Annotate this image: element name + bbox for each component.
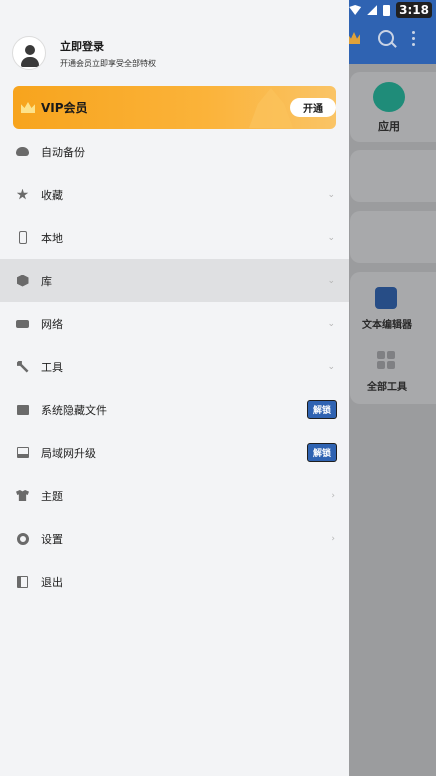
profile-login[interactable]: 立即登录 开通会员立即享受全部特权	[12, 36, 156, 70]
person-icon	[25, 45, 35, 55]
vip-banner[interactable]: VIP会员 开通	[13, 86, 336, 129]
menu-item-favorites[interactable]: 收藏 ⌄	[0, 173, 349, 216]
chevron-down-icon: ⌄	[327, 318, 335, 329]
crown-icon[interactable]	[348, 32, 360, 44]
menu-item-auto-backup[interactable]: 自动备份	[0, 130, 349, 173]
menu-item-label: 退出	[41, 575, 63, 589]
login-title[interactable]: 立即登录	[60, 38, 156, 54]
chevron-right-icon: ›	[331, 533, 335, 544]
menu-item-exit[interactable]: 退出	[0, 560, 349, 603]
chevron-down-icon: ⌄	[327, 361, 335, 372]
login-subtitle: 开通会员立即享受全部特权	[60, 58, 156, 68]
menu-item-label: 局域网升级	[41, 446, 96, 460]
shirt-icon	[16, 489, 29, 502]
open-vip-button[interactable]: 开通	[290, 98, 336, 117]
android-app-icon	[373, 82, 405, 112]
all-tools-grid-icon	[377, 351, 395, 369]
background-card[interactable]	[350, 150, 436, 202]
menu-item-label: 网络	[41, 317, 63, 331]
profile-text: 立即登录 开通会员立即享受全部特权	[60, 38, 156, 69]
menu-item-label: 自动备份	[41, 145, 85, 159]
menu-item-label: 本地	[41, 231, 63, 245]
menu-item-local[interactable]: 本地 ⌄	[0, 216, 349, 259]
chevron-down-icon: ⌄	[327, 189, 335, 200]
menu-item-label: 主题	[41, 489, 63, 503]
background-card[interactable]	[350, 211, 436, 263]
star-icon	[16, 188, 29, 201]
avatar[interactable]	[12, 36, 46, 70]
all-tools-label: 全部工具	[367, 382, 407, 393]
menu-item-hidden-files[interactable]: 系统隐藏文件 解锁	[0, 388, 349, 431]
menu-item-library[interactable]: 库 ⌄	[0, 259, 349, 302]
wrench-icon	[16, 360, 29, 373]
menu-item-label: 设置	[41, 532, 63, 546]
drawer-menu: 自动备份 收藏 ⌄ 本地 ⌄ 库 ⌄ 网络 ⌄ 工具 ⌄ 系统隐藏文件 解锁 局…	[0, 130, 349, 603]
vip-label: VIP会员	[41, 101, 88, 115]
menu-item-label: 收藏	[41, 188, 63, 202]
gear-icon	[16, 532, 29, 545]
network-icon	[16, 317, 29, 330]
text-editor-icon	[375, 287, 397, 309]
menu-item-theme[interactable]: 主题 ›	[0, 474, 349, 517]
monitor-icon	[16, 446, 29, 459]
menu-item-tools[interactable]: 工具 ⌄	[0, 345, 349, 388]
menu-item-settings[interactable]: 设置 ›	[0, 517, 349, 560]
unlock-badge[interactable]: 解锁	[306, 443, 337, 462]
unlock-badge[interactable]: 解锁	[306, 400, 337, 419]
phone-icon	[16, 231, 29, 244]
battery-icon	[383, 4, 391, 16]
chevron-down-icon: ⌄	[327, 232, 335, 243]
menu-item-label: 系统隐藏文件	[41, 403, 107, 417]
chevron-right-icon: ›	[331, 490, 335, 501]
wifi-icon	[349, 5, 362, 15]
background-top-icons	[344, 30, 436, 46]
status-time: 3:18	[396, 2, 432, 18]
more-options-icon[interactable]	[412, 30, 415, 46]
menu-item-label: 库	[41, 274, 52, 288]
crown-icon	[21, 102, 35, 113]
menu-item-label: 工具	[41, 360, 63, 374]
menu-item-lan-upgrade[interactable]: 局域网升级 解锁	[0, 431, 349, 474]
text-editor-label: 文本编辑器	[362, 320, 412, 331]
hidden-file-icon	[16, 403, 29, 416]
person-icon-body	[21, 57, 39, 67]
apps-label: 应用	[378, 120, 400, 133]
status-bar: 3:18	[346, 0, 436, 20]
menu-item-network[interactable]: 网络 ⌄	[0, 302, 349, 345]
navigation-drawer: 立即登录 开通会员立即享受全部特权 VIP会员 开通 自动备份 收藏 ⌄ 本地 …	[0, 0, 349, 776]
signal-icon	[367, 5, 378, 15]
search-icon[interactable]	[378, 30, 394, 46]
chevron-down-icon: ⌄	[327, 275, 335, 286]
vip-decoration	[249, 88, 293, 128]
exit-icon	[16, 575, 29, 588]
cloud-icon	[16, 145, 29, 158]
stack-icon	[16, 274, 29, 287]
